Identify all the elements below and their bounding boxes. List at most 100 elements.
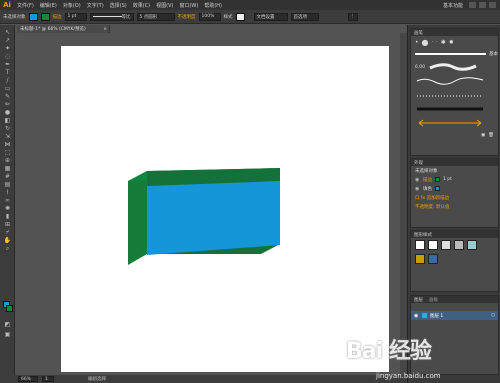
rectangle-tool-icon[interactable]: ▭ <box>3 85 12 92</box>
maximize-button[interactable] <box>479 2 486 8</box>
blob-brush-tool-icon[interactable]: ● <box>3 109 12 116</box>
graph-tool-icon[interactable]: ▮ <box>3 213 12 220</box>
style-swatch[interactable] <box>415 254 425 264</box>
brush-presets-row[interactable]: • ● · · ✱ ✸ <box>411 36 498 48</box>
line-tool-icon[interactable]: / <box>3 77 12 84</box>
tab-layers[interactable]: 图层 <box>414 297 423 303</box>
stroke-label[interactable]: 描边 <box>53 14 62 20</box>
appearance-extra-row[interactable]: 口 fx 追加新描边 <box>411 193 498 202</box>
appearance-fill-label[interactable]: 填色 <box>423 186 432 192</box>
appearance-opacity-row[interactable]: 不透明度: 默认值 <box>411 202 498 211</box>
scale-tool-icon[interactable]: ⇲ <box>3 133 12 140</box>
layer-row[interactable]: ◉ 图层 1 ○ <box>411 311 498 320</box>
close-button[interactable] <box>489 2 496 8</box>
appearance-fill-row[interactable]: ◉ 填色 <box>411 184 498 193</box>
free-transform-tool-icon[interactable]: ⬚ <box>3 149 12 156</box>
drawing-mode-icon[interactable]: ◩ <box>3 321 12 328</box>
selection-tool-icon[interactable]: ↖ <box>3 29 12 36</box>
brush-arrow-row[interactable] <box>411 116 498 130</box>
style-swatch[interactable] <box>428 240 438 250</box>
document-tab[interactable]: 未标题-1* @ 66% (CMYK/预览) × <box>17 25 110 33</box>
menu-type[interactable]: 文字(T) <box>84 2 107 9</box>
hand-tool-icon[interactable]: ✋ <box>3 237 12 244</box>
visibility-eye-icon[interactable]: ◉ <box>415 177 420 183</box>
blend-tool-icon[interactable]: ∞ <box>3 197 12 204</box>
eraser-tool-icon[interactable]: ◧ <box>3 117 12 124</box>
artboard-tool-icon[interactable]: ⊞ <box>3 221 12 228</box>
style-swatch[interactable] <box>467 240 477 250</box>
rotate-tool-icon[interactable]: ↻ <box>3 125 12 132</box>
delete-brush-icon[interactable]: 🗑 <box>488 133 494 138</box>
control-bar: 未选择对象 描边 1 pt 等比 5 点圆形 不透明度 100% 样式 文档设置… <box>0 10 500 24</box>
style-swatch[interactable] <box>454 240 464 250</box>
menu-effect[interactable]: 效果(C) <box>130 2 153 9</box>
new-brush-icon[interactable]: ▣ <box>481 133 485 138</box>
direct-selection-tool-icon[interactable]: ↗ <box>3 37 12 44</box>
slice-tool-icon[interactable]: ⌿ <box>3 229 12 236</box>
graphic-style-swatch[interactable] <box>235 12 245 21</box>
menu-edit[interactable]: 编辑(E) <box>37 2 60 9</box>
perspective-grid-tool-icon[interactable]: ▦ <box>3 165 12 172</box>
brush-rough-row[interactable] <box>411 102 498 116</box>
width-tool-icon[interactable]: ⋈ <box>3 141 12 148</box>
mesh-tool-icon[interactable]: # <box>3 173 12 180</box>
fill-swatch[interactable] <box>28 12 38 21</box>
style-swatch[interactable] <box>428 254 438 264</box>
brush-definition[interactable]: 5 点圆形 <box>136 12 175 21</box>
canvas-area[interactable] <box>15 33 407 374</box>
zoom-tool-icon[interactable]: ⌕ <box>3 245 12 252</box>
layer-target-icon[interactable]: ○ <box>491 313 498 318</box>
appearance-fill-swatch[interactable] <box>435 186 440 191</box>
stroke-swatch[interactable] <box>40 12 50 21</box>
appearance-stroke-row[interactable]: ◉ 描边 1 pt <box>411 175 498 184</box>
menu-view[interactable]: 视图(V) <box>153 2 176 9</box>
menu-object[interactable]: 对象(O) <box>60 2 84 9</box>
zoom-field[interactable]: 66% <box>18 376 38 382</box>
menu-help[interactable]: 帮助(H) <box>201 2 225 9</box>
menu-file[interactable]: 文件(F) <box>14 2 37 9</box>
brush-stroke-size-row[interactable]: 6.00 <box>411 60 498 74</box>
3d-box-artwork[interactable] <box>61 46 389 372</box>
menu-select[interactable]: 选择(S) <box>107 2 130 9</box>
minimize-button[interactable] <box>469 2 476 8</box>
workspace-switcher[interactable]: 基本功能 <box>440 2 466 9</box>
screen-mode-icon[interactable]: ▣ <box>3 331 12 338</box>
layer-visibility-icon[interactable]: ◉ <box>414 313 419 319</box>
stroke-weight-field[interactable]: 1 pt <box>64 12 87 21</box>
arrange-documents-icon[interactable]: ⋮ <box>347 12 358 21</box>
opacity-label[interactable]: 不透明度 <box>178 14 196 20</box>
preferences-button[interactable]: 首选项 <box>290 12 319 21</box>
paintbrush-tool-icon[interactable]: ✎ <box>3 93 12 100</box>
shape-builder-tool-icon[interactable]: ⊕ <box>3 157 12 164</box>
appearance-stroke-label[interactable]: 描边 <box>423 177 432 183</box>
brush-library-row[interactable]: 基本 <box>411 48 498 60</box>
style-swatch[interactable] <box>441 240 451 250</box>
appearance-stroke-swatch[interactable] <box>435 177 440 182</box>
vertical-scrollbar[interactable] <box>400 33 407 374</box>
tab-artboards[interactable]: 画板 <box>429 297 438 303</box>
document-setup-button[interactable]: 文档设置 <box>253 12 288 21</box>
appearance-stroke-value: 1 pt <box>443 177 452 182</box>
brush-scribble-row[interactable] <box>411 74 498 88</box>
magic-wand-tool-icon[interactable]: ✦ <box>3 45 12 52</box>
brush-dots-row[interactable] <box>411 88 498 102</box>
variable-width-profile[interactable]: 等比 <box>89 12 134 21</box>
type-tool-icon[interactable]: T <box>3 69 12 76</box>
opacity-field[interactable]: 100% <box>198 12 221 21</box>
close-tab-icon[interactable]: × <box>103 27 109 32</box>
artboard[interactable] <box>61 46 389 372</box>
stroke-color-icon[interactable] <box>6 305 13 312</box>
pen-tool-icon[interactable]: ✒ <box>3 61 12 68</box>
eyedropper-tool-icon[interactable]: ⌇ <box>3 189 12 196</box>
gradient-tool-icon[interactable]: ▤ <box>3 181 12 188</box>
menu-window[interactable]: 窗口(W) <box>176 2 201 9</box>
visibility-eye-icon[interactable]: ◉ <box>415 186 420 192</box>
appearance-opacity-label[interactable]: 不透明度: 默认值 <box>415 204 449 210</box>
layer-name[interactable]: 图层 1 <box>430 313 443 319</box>
artboard-nav-field[interactable]: 1 <box>42 376 54 382</box>
style-default-swatch[interactable] <box>415 240 425 250</box>
lasso-tool-icon[interactable]: ◌ <box>3 53 12 60</box>
status-bar: 66% 1 编组选择 <box>0 375 407 383</box>
pencil-tool-icon[interactable]: ✏ <box>3 101 12 108</box>
symbol-sprayer-tool-icon[interactable]: ✺ <box>3 205 12 212</box>
